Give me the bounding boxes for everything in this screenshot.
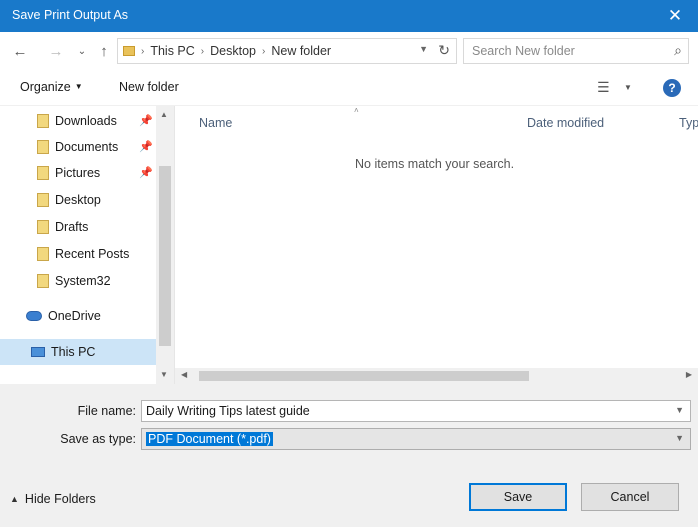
scrollbar-thumb[interactable] bbox=[199, 371, 529, 381]
save-type-value[interactable]: PDF Document (*.pdf) bbox=[146, 432, 273, 446]
column-header-name[interactable]: Name bbox=[199, 116, 232, 130]
scroll-up-icon[interactable]: ▲ bbox=[160, 110, 168, 119]
file-name-label: File name: bbox=[77, 404, 136, 418]
column-header-type[interactable]: Typ bbox=[679, 116, 698, 130]
scrollbar-thumb[interactable] bbox=[159, 166, 171, 346]
recent-locations-button[interactable]: ⌄ bbox=[72, 41, 92, 61]
sidebar-item-documents[interactable]: Documents 📌 bbox=[0, 134, 156, 160]
save-button[interactable]: Save bbox=[469, 483, 567, 511]
new-folder-label: New folder bbox=[119, 80, 179, 94]
breadcrumb-separator: › bbox=[262, 45, 266, 57]
view-dropdown-icon[interactable]: ▼ bbox=[624, 83, 632, 92]
save-type-select[interactable]: PDF Document (*.pdf) ▼ bbox=[141, 428, 691, 450]
close-button[interactable]: ✕ bbox=[652, 0, 698, 32]
cloud-icon bbox=[26, 311, 42, 321]
empty-folder-message: No items match your search. bbox=[355, 157, 515, 171]
breadcrumb-new-folder[interactable]: New folder bbox=[271, 44, 331, 58]
new-folder-button[interactable]: New folder bbox=[119, 80, 179, 94]
sidebar-item-label: Drafts bbox=[55, 220, 89, 234]
help-icon: ? bbox=[668, 81, 676, 95]
help-button[interactable]: ? bbox=[663, 79, 681, 97]
sidebar-item-onedrive[interactable]: OneDrive bbox=[0, 303, 156, 329]
address-dropdown-icon[interactable]: ▼ bbox=[419, 44, 428, 54]
sidebar-item-downloads[interactable]: Downloads 📌 bbox=[0, 108, 156, 134]
back-arrow-icon: ← bbox=[12, 42, 28, 60]
search-input[interactable] bbox=[472, 43, 652, 59]
folder-icon bbox=[37, 274, 49, 288]
window-title: Save Print Output As bbox=[12, 8, 129, 22]
chevron-down-icon: ⌄ bbox=[77, 45, 87, 57]
cancel-button[interactable]: Cancel bbox=[581, 483, 679, 511]
close-icon: ✕ bbox=[667, 6, 683, 25]
folder-icon bbox=[37, 220, 49, 234]
sidebar-item-this-pc[interactable]: This PC bbox=[0, 339, 156, 365]
up-button[interactable]: ↑ bbox=[94, 41, 114, 61]
search-box[interactable]: ⌕ bbox=[463, 38, 689, 64]
sidebar-item-recent-posts[interactable]: Recent Posts bbox=[0, 241, 156, 267]
pin-icon: 📌 bbox=[139, 141, 153, 153]
sidebar-item-label: Downloads bbox=[55, 114, 117, 128]
caret-down-icon: ▼ bbox=[74, 82, 83, 91]
breadcrumb-separator: › bbox=[200, 45, 205, 57]
caret-up-icon: ▲ bbox=[10, 494, 19, 504]
back-button[interactable]: ← bbox=[10, 41, 30, 61]
search-icon[interactable]: ⌕ bbox=[674, 42, 682, 59]
sidebar-item-label: Pictures bbox=[55, 166, 101, 180]
navigation-pane: Downloads 📌 Documents 📌 Pictures 📌 Deskt… bbox=[0, 106, 175, 384]
sidebar-item-pictures[interactable]: Pictures 📌 bbox=[0, 160, 156, 186]
up-arrow-icon: ↑ bbox=[100, 42, 108, 60]
pin-icon: 📌 bbox=[139, 167, 153, 179]
save-type-label: Save as type: bbox=[60, 432, 136, 446]
hide-folders-label: Hide Folders bbox=[24, 492, 96, 506]
breadcrumb-this-pc[interactable]: This PC bbox=[150, 44, 194, 58]
file-list-pane: ˄ Name Date modified Typ No items match … bbox=[175, 106, 698, 384]
scroll-down-icon[interactable]: ▼ bbox=[160, 370, 168, 379]
refresh-icon[interactable]: ↻ bbox=[438, 42, 450, 59]
organize-button[interactable]: Organize ▼ bbox=[20, 80, 83, 94]
title-bar: Save Print Output As ✕ bbox=[0, 0, 698, 32]
sidebar-item-label: OneDrive bbox=[48, 309, 101, 323]
navigation-bar: ← → ⌄ ↑ › This PC › Desktop › New folder… bbox=[0, 32, 698, 70]
breadcrumb-separator: › bbox=[141, 45, 145, 57]
folder-icon bbox=[123, 46, 135, 56]
hide-folders-toggle[interactable]: ▲ Hide Folders bbox=[10, 492, 96, 506]
computer-icon bbox=[31, 347, 45, 357]
horizontal-scrollbar[interactable]: ◀ ▶ bbox=[175, 368, 698, 384]
documents-folder-icon bbox=[37, 140, 49, 154]
forward-button[interactable]: → bbox=[46, 41, 66, 61]
save-options-panel: File name: Daily Writing Tips latest gui… bbox=[0, 384, 698, 527]
file-name-field[interactable]: Daily Writing Tips latest guide ▼ bbox=[141, 400, 691, 422]
sidebar-item-label: Recent Posts bbox=[55, 247, 130, 261]
folder-icon bbox=[37, 247, 49, 261]
sidebar-item-label: System32 bbox=[55, 274, 111, 288]
breadcrumb-desktop[interactable]: Desktop bbox=[210, 44, 256, 58]
navigation-scrollbar[interactable]: ▲ ▼ bbox=[156, 106, 174, 384]
file-name-dropdown-icon[interactable]: ▼ bbox=[675, 405, 684, 415]
sidebar-item-label: Documents bbox=[55, 140, 119, 154]
column-header-date-modified[interactable]: Date modified bbox=[527, 116, 604, 130]
sidebar-item-label: This PC bbox=[51, 345, 96, 359]
organize-label: Organize bbox=[20, 80, 71, 94]
sidebar-item-label: Desktop bbox=[55, 193, 101, 207]
forward-arrow-icon: → bbox=[48, 42, 64, 60]
file-name-value[interactable]: Daily Writing Tips latest guide bbox=[146, 404, 310, 418]
scroll-left-icon[interactable]: ◀ bbox=[181, 370, 187, 379]
sidebar-item-desktop[interactable]: Desktop bbox=[0, 187, 156, 213]
scroll-right-icon[interactable]: ▶ bbox=[686, 370, 692, 379]
sidebar-item-system32[interactable]: System32 bbox=[0, 268, 156, 294]
sidebar-item-drafts[interactable]: Drafts bbox=[0, 214, 156, 240]
sort-indicator-icon: ˄ bbox=[354, 106, 359, 115]
save-type-dropdown-icon[interactable]: ▼ bbox=[675, 433, 684, 443]
command-toolbar: Organize ▼ New folder ☰ ▼ ? bbox=[0, 70, 698, 106]
pin-icon: 📌 bbox=[139, 115, 153, 127]
cancel-button-label: Cancel bbox=[610, 490, 650, 504]
pictures-folder-icon bbox=[37, 166, 49, 180]
save-button-label: Save bbox=[503, 490, 533, 504]
address-bar[interactable]: › This PC › Desktop › New folder ▼ ↻ bbox=[117, 38, 457, 64]
folder-icon bbox=[37, 193, 49, 207]
view-options-icon[interactable]: ☰ bbox=[597, 79, 610, 96]
download-folder-icon bbox=[37, 114, 49, 128]
